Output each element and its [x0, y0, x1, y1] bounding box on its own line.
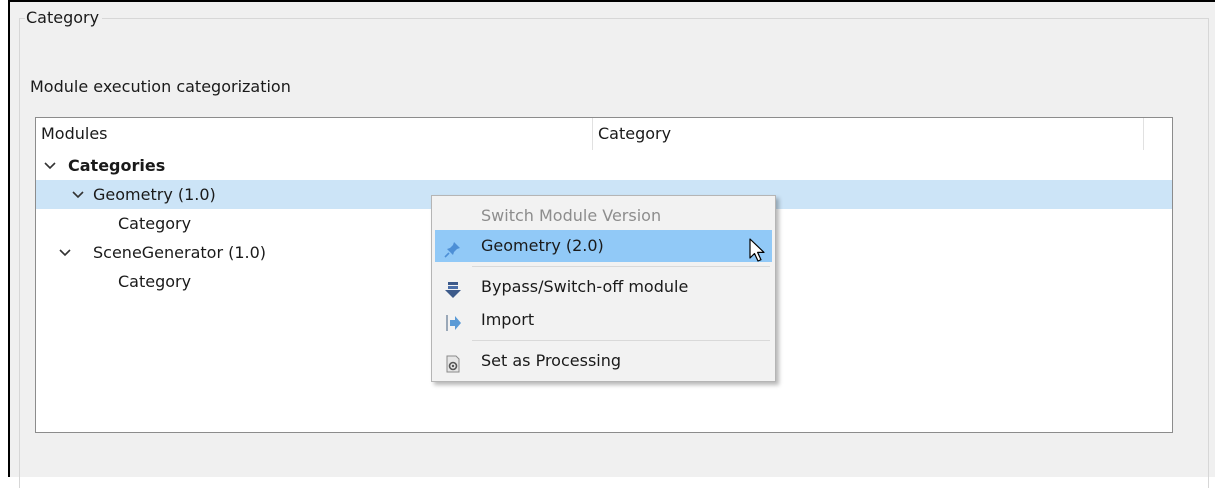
- context-menu: Switch Module Version Geometry (2.0) Byp…: [431, 195, 776, 382]
- menu-item-label: Bypass/Switch-off module: [481, 277, 689, 296]
- menu-separator: [472, 340, 770, 341]
- menu-item-label: Set as Processing: [481, 351, 622, 370]
- column-header-category[interactable]: Category: [593, 118, 1143, 150]
- menu-item-label: Import: [481, 310, 535, 329]
- menu-item-switch-module-version: Switch Module Version: [435, 200, 772, 232]
- tree-row-label: Category: [118, 214, 192, 233]
- menu-item-label: Switch Module Version: [481, 206, 662, 225]
- tree-header: Modules Category: [36, 118, 1172, 150]
- tree-row-label: Category: [118, 272, 192, 291]
- menu-item-geometry-2[interactable]: Geometry (2.0): [435, 230, 772, 262]
- chevron-down-icon[interactable]: [72, 180, 86, 209]
- import-icon: [444, 311, 462, 331]
- chevron-down-icon[interactable]: [44, 151, 58, 180]
- tree-row-label: Categories: [68, 156, 166, 175]
- pin-icon: [444, 237, 462, 258]
- tree-row-label: SceneGenerator (1.0): [93, 243, 267, 262]
- tree-row-label: Geometry (1.0): [93, 185, 216, 204]
- column-header-modules[interactable]: Modules: [36, 118, 592, 150]
- section-label: Module execution categorization: [30, 77, 291, 96]
- menu-item-set-as-processing[interactable]: Set as Processing: [435, 345, 772, 377]
- column-separator[interactable]: [1143, 118, 1144, 150]
- menu-separator: [472, 266, 770, 267]
- group-title: Category: [25, 7, 103, 29]
- chevron-down-icon[interactable]: [59, 238, 73, 267]
- down-arrow-icon: [444, 278, 462, 298]
- processing-icon: [444, 352, 462, 373]
- menu-item-import[interactable]: Import: [435, 304, 772, 336]
- menu-item-bypass[interactable]: Bypass/Switch-off module: [435, 271, 772, 303]
- mouse-cursor-icon: [749, 238, 767, 264]
- tree-row-categories[interactable]: Categories: [36, 151, 1172, 180]
- menu-item-label: Geometry (2.0): [481, 236, 604, 255]
